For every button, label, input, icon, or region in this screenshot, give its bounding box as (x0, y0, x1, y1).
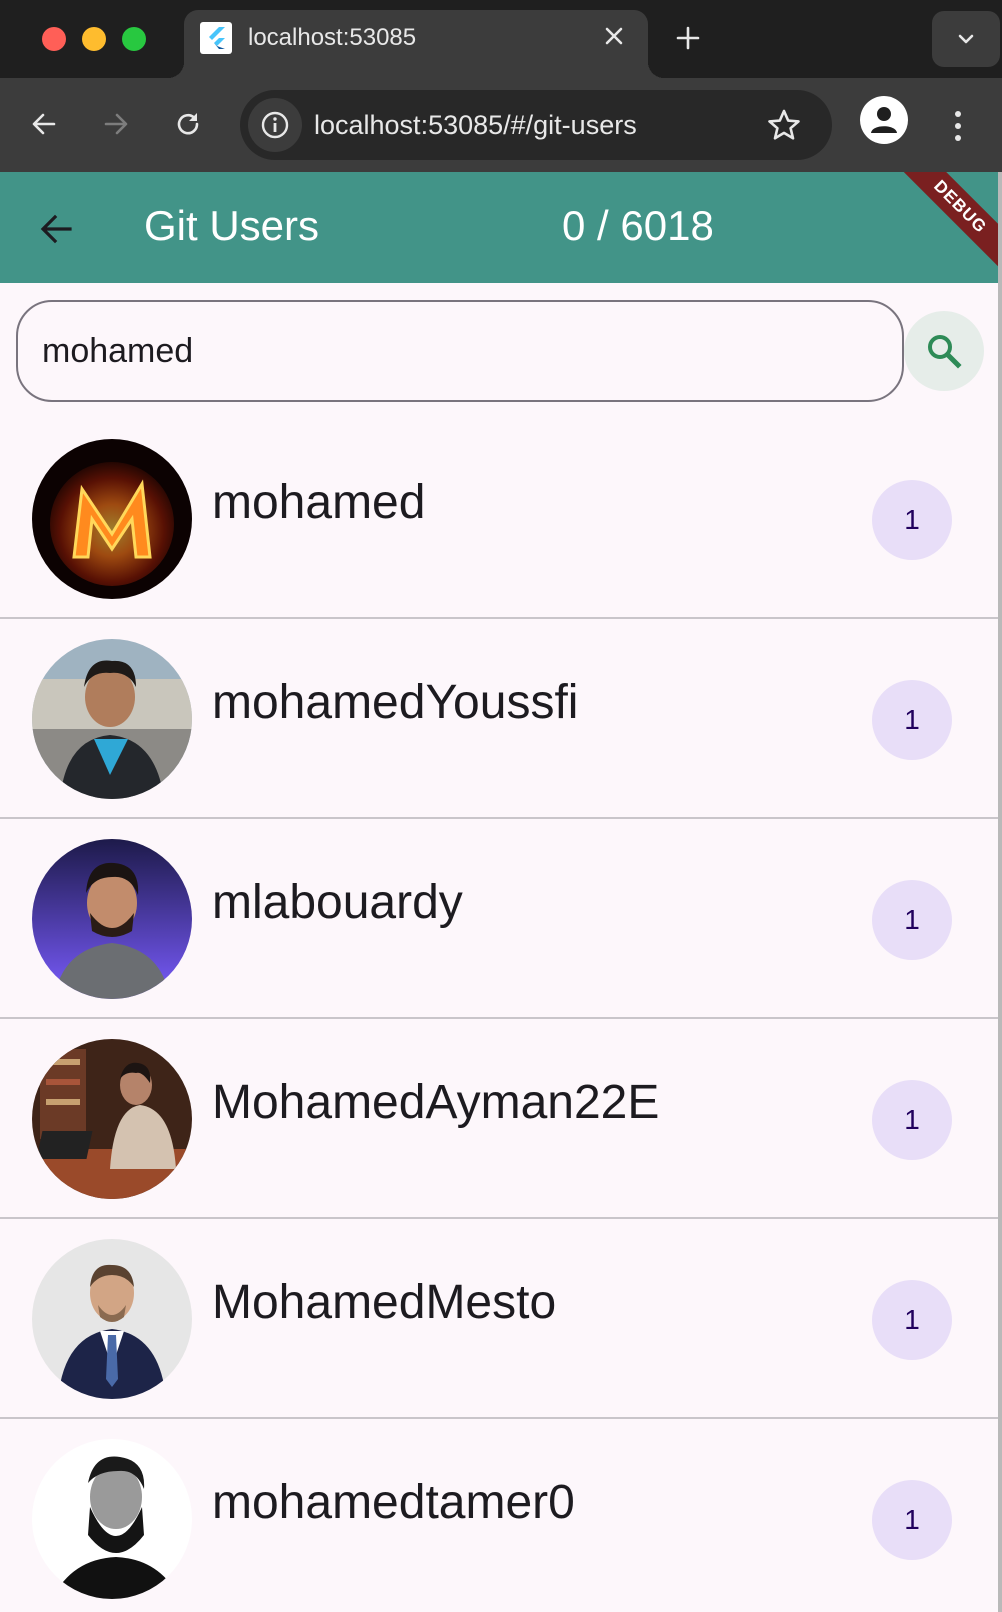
score-badge: 1 (872, 1080, 952, 1160)
search-input[interactable] (16, 300, 904, 402)
browser-menu-kebab-icon[interactable] (934, 96, 982, 156)
avatar (32, 639, 192, 799)
tab-search-chevron-down-icon[interactable] (932, 11, 1000, 67)
score-badge: 1 (872, 480, 952, 560)
users-count: 0 / 6018 (562, 202, 714, 249)
back-arrow-icon[interactable] (20, 100, 68, 148)
user-login: mlabouardy (212, 876, 463, 929)
url-text: localhost:53085/#/git-users (314, 110, 637, 140)
avatar (32, 1239, 192, 1399)
app-bar: Git Users 0 / 6018 DEBUG (0, 172, 998, 283)
avatar (32, 1439, 192, 1599)
tab-close-icon[interactable] (598, 20, 630, 52)
score-badge: 1 (872, 1480, 952, 1560)
list-item[interactable]: MohamedMesto 1 (0, 1219, 998, 1419)
list-item[interactable]: mlabouardy 1 (0, 819, 998, 1019)
score-badge: 1 (872, 880, 952, 960)
user-login: mohamed (212, 476, 426, 529)
bookmark-star-icon[interactable] (760, 101, 808, 149)
forward-arrow-icon[interactable] (92, 100, 140, 148)
back-arrow-icon[interactable] (30, 203, 82, 255)
minimize-window-button[interactable] (82, 27, 106, 51)
user-login: MohamedMesto (212, 1276, 557, 1329)
page-title: Git Users (144, 202, 320, 249)
new-tab-plus-icon[interactable] (670, 20, 706, 56)
flutter-favicon-icon (200, 22, 232, 54)
tab-strip: localhost:53085 (0, 0, 1002, 78)
list-item[interactable]: mohamedtamer0 1 (0, 1419, 998, 1612)
list-item[interactable]: MohamedAyman22E 1 (0, 1019, 998, 1219)
browser-tab[interactable]: localhost:53085 (168, 10, 664, 78)
list-item[interactable]: mohamed 1 (0, 419, 998, 619)
profile-avatar-icon[interactable] (860, 96, 908, 144)
browser-window: localhost:53085 localhost:53085/#/git-us… (0, 0, 1002, 1612)
avatar (32, 1039, 192, 1199)
maximize-window-button[interactable] (122, 27, 146, 51)
score-badge: 1 (872, 1280, 952, 1360)
site-info-icon[interactable] (248, 98, 302, 152)
debug-banner: DEBUG (892, 172, 998, 275)
avatar (32, 839, 192, 999)
search-icon (928, 335, 962, 369)
browser-toolbar: localhost:53085/#/git-users (0, 78, 1002, 172)
app-viewport: Git Users 0 / 6018 DEBUG mohamed mohamed… (0, 172, 1002, 1612)
score-badge: 1 (872, 680, 952, 760)
users-list: mohamed 1 mohamedYoussfi 1 mlabouardy 1 … (0, 419, 998, 1612)
list-item[interactable]: mohamedYoussfi 1 (0, 619, 998, 819)
search-row (0, 283, 998, 419)
user-login: mohamedYoussfi (212, 676, 579, 729)
user-login: MohamedAyman22E (212, 1076, 660, 1129)
search-button[interactable] (904, 311, 984, 391)
user-login: mohamedtamer0 (212, 1476, 575, 1529)
close-window-button[interactable] (42, 27, 66, 51)
avatar (32, 439, 192, 599)
tab-title: localhost:53085 (248, 24, 417, 51)
reload-icon[interactable] (164, 100, 212, 148)
address-bar[interactable]: localhost:53085/#/git-users (240, 90, 832, 160)
